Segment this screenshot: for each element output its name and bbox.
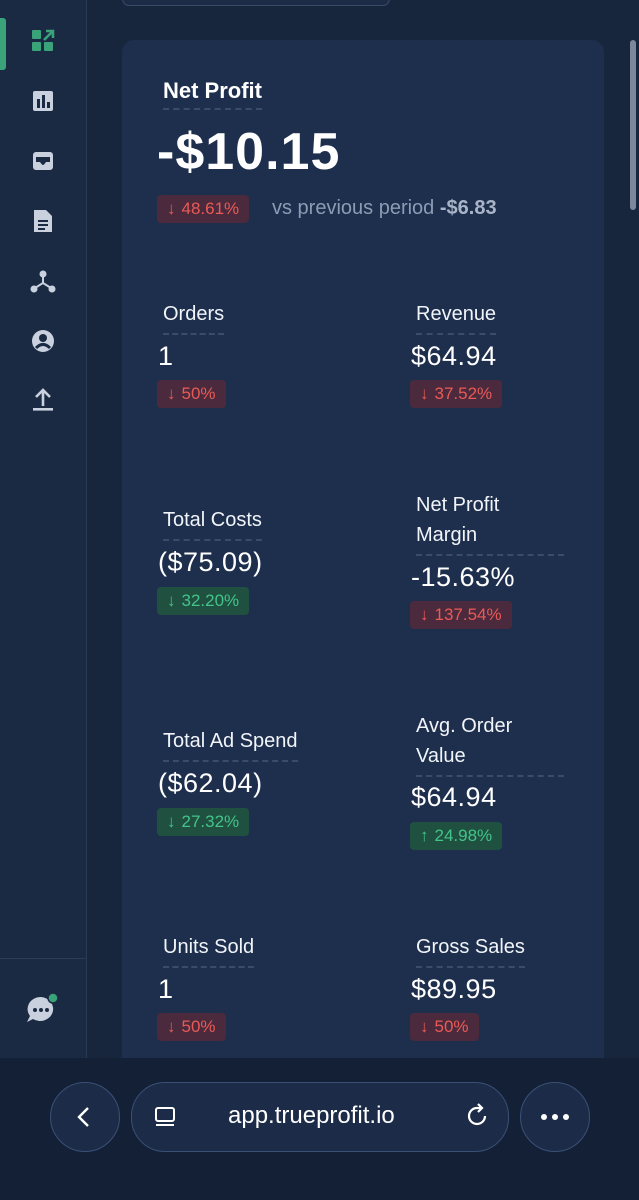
comparison-text: vs previous period -$6.83 — [272, 197, 497, 219]
sidebar — [0, 0, 87, 1058]
tabs-icon[interactable] — [154, 1105, 178, 1129]
arrow-up-icon: ↑ — [420, 826, 429, 845]
gross-sales-value: $89.95 — [411, 974, 497, 1004]
arrow-down-icon: ↓ — [420, 384, 429, 403]
total-ad-spend-label: Total Ad Spend — [163, 726, 298, 762]
arrow-down-icon: ↓ — [420, 1017, 429, 1036]
orders-change-badge: ↓ 50% — [157, 380, 226, 408]
arrow-down-icon: ↓ — [167, 199, 176, 218]
total-ad-spend-value: ($62.04) — [158, 768, 263, 798]
arrow-down-icon: ↓ — [167, 384, 176, 403]
gross-sales-label: Gross Sales — [416, 932, 525, 968]
orders-value: 1 — [158, 341, 174, 371]
chat-icon[interactable] — [24, 992, 60, 1028]
scrollbar[interactable] — [630, 40, 636, 210]
upload-icon[interactable] — [30, 386, 56, 412]
arrow-down-icon: ↓ — [167, 1017, 176, 1036]
revenue-change-badge: ↓ 37.52% — [410, 380, 503, 408]
orders-label: Orders — [163, 299, 225, 335]
more-button[interactable] — [520, 1082, 590, 1152]
units-sold-change-badge: ↓ 50% — [157, 1013, 226, 1041]
net-profit-margin-label: Net Profit Margin — [416, 490, 564, 556]
net-profit-margin-change-badge: ↓ 137.54% — [410, 601, 512, 629]
net-profit-value: -$10.15 — [157, 123, 341, 181]
reload-icon[interactable] — [464, 1103, 490, 1129]
total-ad-spend-change-badge: ↓ 27.32% — [157, 808, 250, 836]
net-profit-title: Net Profit — [163, 78, 262, 110]
arrow-down-icon: ↓ — [167, 812, 176, 831]
network-icon[interactable] — [30, 268, 56, 294]
net-profit-margin-value: -15.63% — [411, 562, 516, 592]
inbox-icon[interactable] — [30, 148, 56, 174]
units-sold-value: 1 — [158, 974, 174, 1004]
chevron-left-icon — [77, 1107, 89, 1127]
active-indicator — [0, 18, 6, 70]
arrow-down-icon: ↓ — [420, 605, 429, 624]
more-dots-icon — [541, 1114, 569, 1120]
url-text: app.trueprofit.io — [228, 1102, 395, 1129]
address-bar[interactable]: app.trueprofit.io — [131, 1082, 509, 1152]
total-costs-value: ($75.09) — [158, 547, 263, 577]
avg-order-value-value: $64.94 — [411, 782, 497, 812]
total-costs-change-badge: ↓ 32.20% — [157, 587, 250, 615]
sidebar-divider — [0, 958, 86, 959]
user-circle-icon[interactable] — [30, 328, 56, 354]
avg-order-value-label: Avg. Order Value — [416, 711, 564, 777]
dashboard-icon[interactable] — [30, 28, 56, 54]
units-sold-label: Units Sold — [163, 932, 255, 968]
back-button[interactable] — [50, 1082, 120, 1152]
date-selector-edge[interactable] — [122, 0, 390, 6]
document-icon[interactable] — [30, 208, 56, 234]
total-costs-label: Total Costs — [163, 505, 262, 541]
gross-sales-change-badge: ↓ 50% — [410, 1013, 479, 1041]
revenue-label: Revenue — [416, 299, 497, 335]
avg-order-value-change-badge: ↑ 24.98% — [410, 822, 503, 850]
net-profit-change-badge: ↓ 48.61% — [157, 195, 250, 223]
arrow-down-icon: ↓ — [167, 591, 176, 610]
revenue-value: $64.94 — [411, 341, 497, 371]
bar-chart-icon[interactable] — [30, 88, 56, 114]
